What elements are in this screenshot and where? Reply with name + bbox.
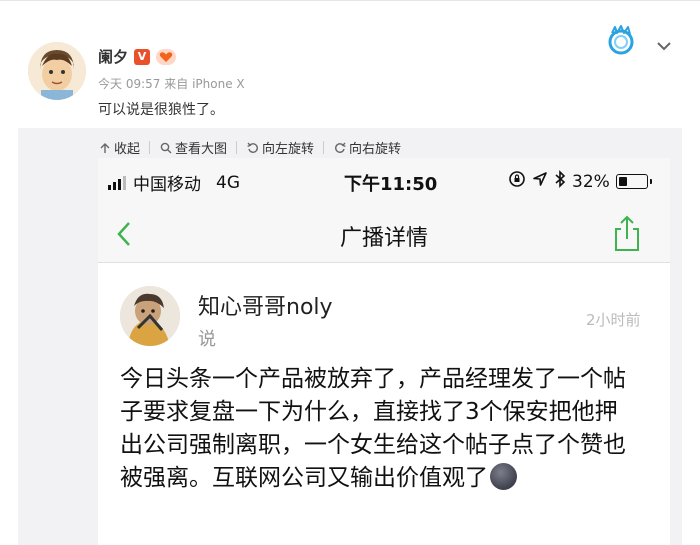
share-icon[interactable] bbox=[612, 214, 642, 254]
rotate-left-label: 向左旋转 bbox=[262, 142, 315, 157]
rotate-left-icon bbox=[246, 141, 259, 154]
broadcast-body: 今日头条一个产品被放弃了，产品经理发了一个帖子要求复盘一下为什么，直接找了3个保… bbox=[120, 363, 640, 495]
carrier-label: 中国移动 bbox=[133, 175, 201, 195]
author-avatar[interactable] bbox=[28, 42, 86, 100]
rotate-right-icon bbox=[333, 141, 346, 154]
rotate-left-button[interactable]: 向左旋转 bbox=[237, 138, 323, 157]
status-bar: 中国移动 4G 下午11:50 32% bbox=[98, 158, 670, 206]
post-time[interactable]: 今天 09:57 bbox=[98, 77, 160, 91]
collapse-label: 收起 bbox=[114, 142, 141, 157]
broadcast-user-name[interactable]: 知心哥哥noly bbox=[198, 289, 333, 321]
collapse-icon bbox=[98, 141, 111, 154]
broadcast-user-avatar[interactable] bbox=[120, 286, 180, 346]
source-prefix: 来自 bbox=[164, 77, 189, 91]
battery-icon bbox=[615, 174, 652, 189]
broadcast-text: 今日头条一个产品被放弃了，产品经理发了一个帖子要求复盘一下为什么，直接找了3个保… bbox=[120, 366, 626, 491]
post-meta: 今天 09:57 来自 iPhone X bbox=[98, 75, 245, 92]
rotate-right-label: 向右旋转 bbox=[349, 142, 402, 157]
broadcast-card: 知心哥哥noly 说 2小时前 今日头条一个产品被放弃了，产品经理发了一个帖子要… bbox=[98, 263, 670, 545]
verified-badge[interactable]: V bbox=[134, 48, 151, 65]
nav-bar: 广播详情 bbox=[98, 206, 670, 263]
view-large-button[interactable]: 查看大图 bbox=[150, 138, 236, 157]
post-device[interactable]: iPhone X bbox=[192, 77, 245, 91]
signal-icon bbox=[108, 175, 126, 190]
bluetooth-icon bbox=[554, 170, 566, 193]
post-text: 可以说是很狼性了。 bbox=[98, 102, 224, 118]
dark-moon-emoji-icon bbox=[490, 463, 517, 490]
location-icon bbox=[532, 171, 548, 192]
broadcast-action: 说 bbox=[198, 329, 216, 350]
author-name[interactable]: 阑夕 bbox=[98, 46, 128, 67]
view-large-label: 查看大图 bbox=[175, 142, 228, 157]
nav-title: 广播详情 bbox=[339, 226, 428, 251]
rotate-right-button[interactable]: 向右旋转 bbox=[324, 138, 410, 157]
orientation-lock-icon bbox=[508, 170, 526, 193]
fan-badge-icon[interactable] bbox=[156, 48, 177, 65]
broadcast-time: 2小时前 bbox=[586, 311, 641, 329]
battery-percent: 32% bbox=[572, 171, 610, 192]
phone-screenshot: 中国移动 4G 下午11:50 32% 广播详情 知心哥哥noly 说 2小时前… bbox=[98, 158, 670, 545]
media-toolbar: 收起 查看大图 向左旋转 向右旋转 bbox=[98, 138, 410, 157]
chevron-down-icon[interactable] bbox=[655, 38, 673, 52]
fire-ring-icon[interactable] bbox=[604, 24, 638, 58]
search-icon bbox=[159, 141, 172, 154]
status-clock: 下午11:50 bbox=[344, 174, 438, 195]
collapse-button[interactable]: 收起 bbox=[98, 138, 149, 157]
network-label: 4G bbox=[216, 172, 240, 193]
